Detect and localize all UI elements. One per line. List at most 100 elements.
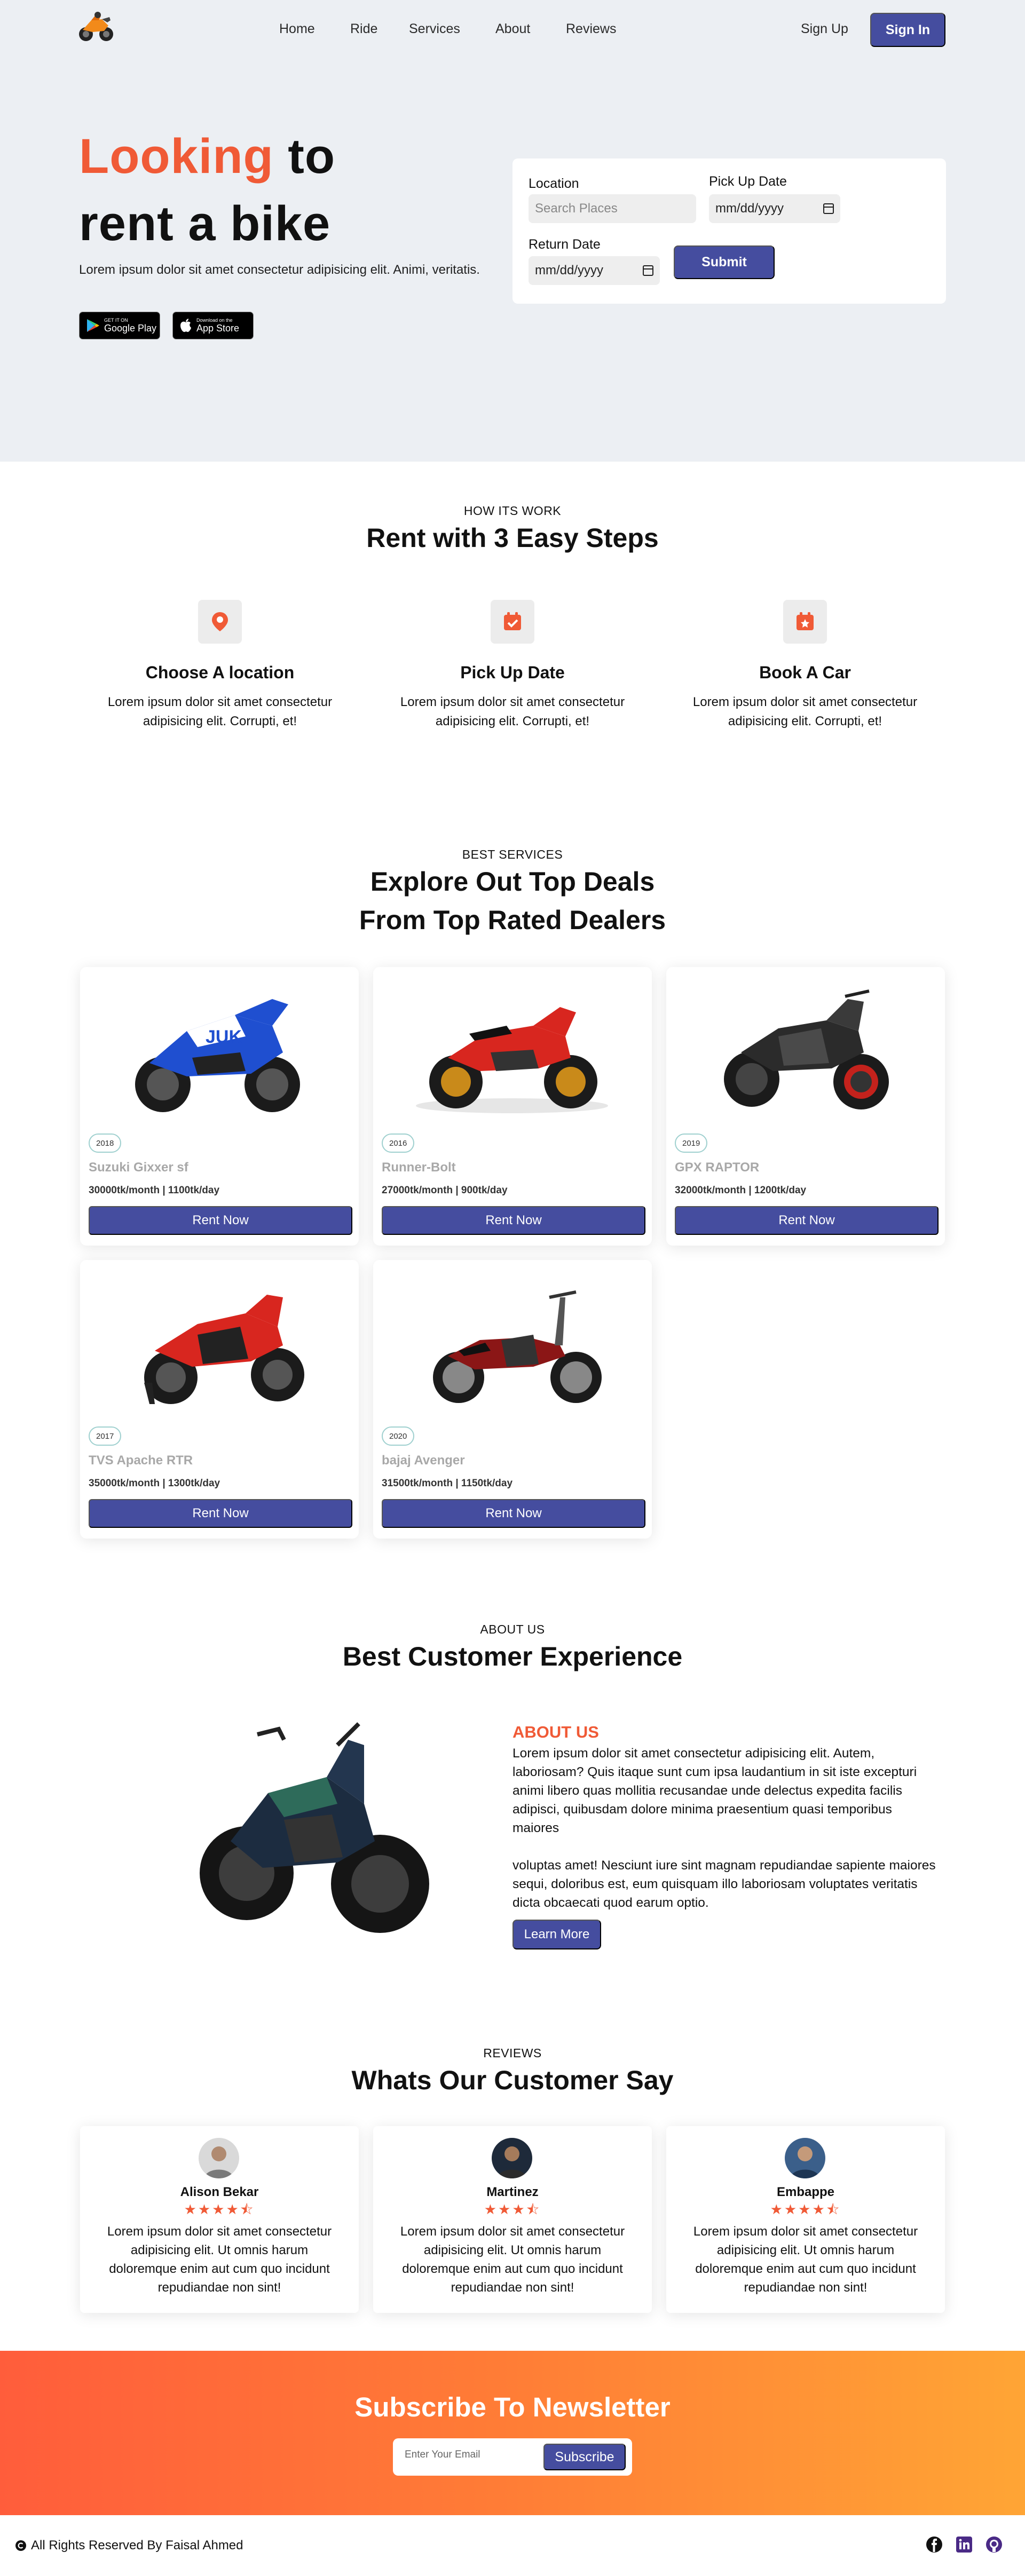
about-bike-image bbox=[200, 1722, 429, 1933]
hero-section: Home Ride Services About Reviews Sign Up… bbox=[0, 0, 1025, 462]
year-badge: 2020 bbox=[382, 1426, 415, 1446]
rent-now-button[interactable]: Rent Now bbox=[382, 1206, 645, 1235]
about-paragraph-1: Lorem ipsum dolor sit amet consectetur a… bbox=[512, 1746, 917, 1835]
return-date-label: Return Date bbox=[529, 237, 601, 252]
how-eyebrow: HOW ITS WORK bbox=[463, 504, 562, 518]
copyright-icon bbox=[15, 2540, 26, 2551]
review-card: Alison Bekar ★★★★⯪ Lorem ipsum dolor sit… bbox=[80, 2126, 359, 2313]
newsletter-email-input[interactable]: Enter Your Email bbox=[405, 2449, 480, 2461]
apple-icon bbox=[180, 319, 191, 332]
year-badge: 2016 bbox=[382, 1134, 415, 1153]
bike-name: Runner-Bolt bbox=[382, 1160, 456, 1175]
pickup-date-input[interactable]: mm/dd/yyyy bbox=[709, 194, 840, 223]
about-heading: ABOUT US bbox=[512, 1723, 599, 1741]
facebook-icon[interactable] bbox=[925, 2535, 944, 2554]
review-card: Embappe ★★★★⯪ Lorem ipsum dolor sit amet… bbox=[666, 2126, 945, 2313]
bike-price: 32000tk/month | 1200tk/day bbox=[675, 1185, 807, 1196]
newsletter-form: Enter Your Email Subscribe bbox=[393, 2438, 632, 2476]
step-title: Pick Up Date bbox=[460, 663, 565, 682]
bike-name: bajaj Avenger bbox=[382, 1453, 465, 1468]
services-title-line-2: From Top Rated Dealers bbox=[359, 905, 666, 935]
how-title: Rent with 3 Easy Steps bbox=[366, 523, 659, 553]
calendar-icon[interactable] bbox=[643, 265, 653, 276]
google-play-big-text: Google Play bbox=[104, 323, 157, 334]
about-paragraph-2: voluptas amet! Nesciunt iure sint magnam… bbox=[512, 1858, 936, 1910]
nav-home-link[interactable]: Home bbox=[279, 21, 315, 37]
review-text: Lorem ipsum dolor sit amet consectetur a… bbox=[107, 2224, 332, 2295]
subscribe-button[interactable]: Subscribe bbox=[543, 2444, 626, 2470]
app-store-big-text: App Store bbox=[196, 323, 240, 334]
bike-price: 31500tk/month | 1150tk/day bbox=[382, 1478, 513, 1489]
star-rating: ★★★★⯪ bbox=[770, 2202, 841, 2218]
nav-about-link[interactable]: About bbox=[495, 21, 530, 37]
services-title-line-1: Explore Out Top Deals bbox=[370, 867, 655, 897]
rent-now-button[interactable]: Rent Now bbox=[382, 1499, 645, 1528]
return-date-value: mm/dd/yyyy bbox=[535, 263, 604, 278]
motorbike-logo-icon[interactable] bbox=[77, 10, 115, 45]
location-input[interactable]: Search Places bbox=[529, 194, 696, 223]
signup-link[interactable]: Sign Up bbox=[801, 21, 848, 37]
bike-card: 2019 GPX RAPTOR 32000tk/month | 1200tk/d… bbox=[666, 967, 945, 1246]
copyright-text: All Rights Reserved By Faisal Ahmed bbox=[31, 2538, 243, 2553]
reviewer-name: Martinez bbox=[486, 2185, 539, 2199]
app-store-button[interactable]: Download on the App Store bbox=[172, 312, 254, 339]
bike-name: Suzuki Gixxer sf bbox=[89, 1160, 188, 1175]
submit-button[interactable]: Submit bbox=[674, 245, 775, 279]
bike-price: 30000tk/month | 1100tk/day bbox=[89, 1185, 220, 1196]
google-play-icon bbox=[87, 319, 99, 332]
return-date-input[interactable]: mm/dd/yyyy bbox=[529, 256, 660, 285]
learn-more-button[interactable]: Learn More bbox=[512, 1920, 601, 1949]
services-eyebrow: BEST SERVICES bbox=[462, 847, 563, 861]
bike-name: GPX RAPTOR bbox=[675, 1160, 760, 1175]
bike-card: 2020 bajaj Avenger 31500tk/month | 1150t… bbox=[373, 1260, 652, 1539]
hero-subtitle: Lorem ipsum dolor sit amet consectetur a… bbox=[79, 263, 480, 277]
star-rating: ★★★⯪ bbox=[484, 2202, 541, 2218]
bike-card: JUK 2018 Suzuki Gixxer sf 30000tk/month … bbox=[80, 967, 359, 1246]
google-play-small-text: GET IT ON bbox=[104, 318, 128, 323]
newsletter-title: Subscribe To Newsletter bbox=[354, 2392, 671, 2422]
avatar bbox=[199, 2138, 239, 2178]
calendar-icon[interactable] bbox=[823, 203, 834, 214]
rent-now-button[interactable]: Rent Now bbox=[89, 1206, 352, 1235]
bike-card: 2017 TVS Apache RTR 35000tk/month | 1300… bbox=[80, 1260, 359, 1539]
bike-image-runner-bolt bbox=[416, 1007, 608, 1113]
year-badge: 2017 bbox=[89, 1426, 122, 1446]
svg-text:JUK: JUK bbox=[206, 1027, 242, 1047]
bike-image-bajaj-avenger bbox=[433, 1290, 602, 1403]
linkedin-icon[interactable] bbox=[955, 2535, 974, 2554]
nav-reviews-link[interactable]: Reviews bbox=[566, 21, 616, 37]
step-description: Lorem ipsum dolor sit amet consectetur a… bbox=[107, 695, 333, 728]
nav-services-link[interactable]: Services bbox=[409, 21, 460, 37]
avatar bbox=[492, 2138, 532, 2178]
review-text: Lorem ipsum dolor sit amet consectetur a… bbox=[693, 2224, 918, 2295]
pickup-date-value: mm/dd/yyyy bbox=[715, 201, 784, 216]
location-pin-icon bbox=[212, 612, 228, 631]
reviewer-name: Embappe bbox=[776, 2185, 835, 2199]
reviewer-name: Alison Bekar bbox=[180, 2185, 259, 2199]
reviews-eyebrow: REVIEWS bbox=[483, 2046, 542, 2060]
avatar bbox=[785, 2138, 825, 2178]
step-icon-box bbox=[491, 600, 534, 644]
bike-card: 2016 Runner-Bolt 27000tk/month | 900tk/d… bbox=[373, 967, 652, 1246]
review-card: Martinez ★★★⯪ Lorem ipsum dolor sit amet… bbox=[373, 2126, 652, 2313]
calendar-check-icon bbox=[504, 612, 521, 630]
footer-copyright: All Rights Reserved By Faisal Ahmed bbox=[15, 2538, 243, 2553]
year-badge: 2018 bbox=[89, 1134, 122, 1153]
github-icon[interactable] bbox=[984, 2535, 1004, 2554]
signin-button[interactable]: Sign In bbox=[870, 13, 945, 47]
pickup-date-label: Pick Up Date bbox=[709, 174, 787, 189]
rent-now-button[interactable]: Rent Now bbox=[89, 1499, 352, 1528]
hero-title-line-2: rent a bike bbox=[79, 196, 331, 251]
step-title: Book A Car bbox=[759, 663, 851, 682]
about-eyebrow: ABOUT US bbox=[480, 1622, 545, 1636]
rent-now-button[interactable]: Rent Now bbox=[675, 1206, 939, 1235]
bike-image-tvs-apache bbox=[144, 1295, 304, 1404]
hero-title-accent: Looking bbox=[79, 129, 274, 184]
newsletter-section: Subscribe To Newsletter Enter Your Email… bbox=[0, 2351, 1025, 2515]
calendar-star-icon bbox=[797, 612, 814, 630]
hero-title: Looking to rent a bike bbox=[79, 123, 335, 257]
google-play-button[interactable]: GET IT ON Google Play bbox=[79, 312, 160, 339]
reviews-title: Whats Our Customer Say bbox=[351, 2065, 674, 2095]
review-text: Lorem ipsum dolor sit amet consectetur a… bbox=[400, 2224, 625, 2295]
nav-ride-link[interactable]: Ride bbox=[350, 21, 377, 37]
